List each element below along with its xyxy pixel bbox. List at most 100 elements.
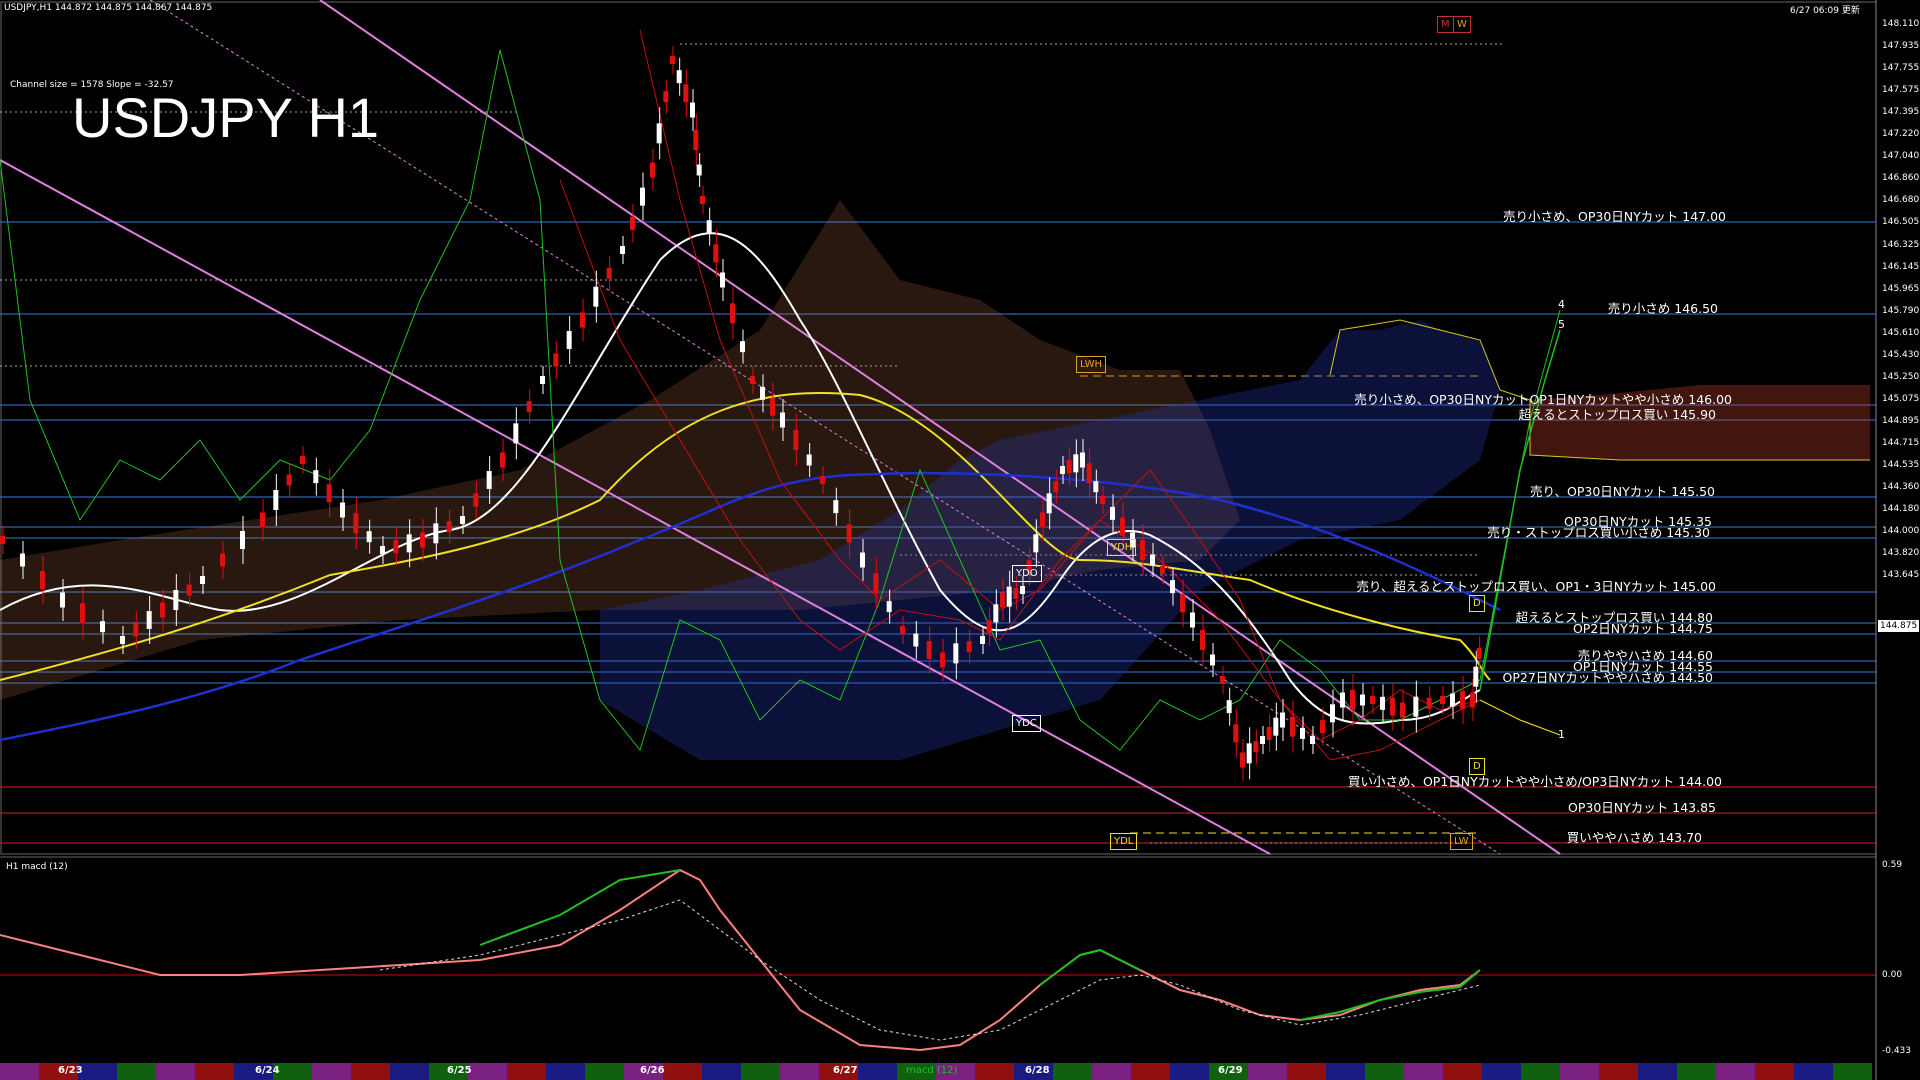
date-bar-segment	[1131, 1063, 1170, 1080]
candle-body	[566, 331, 572, 349]
candle-body	[1260, 736, 1265, 744]
candle-body	[656, 123, 662, 144]
candle-body	[730, 303, 735, 324]
level-label: OP30日NYカット 143.85	[1568, 800, 1716, 815]
candle-body	[553, 353, 559, 367]
date-label: 6/25	[447, 1065, 472, 1076]
candle-body	[146, 611, 152, 629]
candle-body	[1190, 612, 1195, 628]
candle-body	[486, 471, 492, 489]
candle-body	[1100, 496, 1105, 504]
price-axis-label: 144.360	[1882, 482, 1920, 493]
candle-body	[640, 187, 645, 206]
candle-body	[380, 546, 385, 554]
price-axis-label: 144.895	[1882, 415, 1920, 426]
level-label: 売り・ストップロス買い小さめ 145.30	[1487, 525, 1710, 540]
candle-body	[1380, 696, 1385, 710]
candle-body	[606, 267, 612, 279]
date-bar-segment	[312, 1063, 351, 1080]
level-label: 買いややハさめ 143.70	[1566, 830, 1702, 845]
price-axis-label: 146.680	[1882, 195, 1920, 206]
ydo-tag: YDO	[1012, 565, 1042, 582]
candle-body	[806, 454, 812, 466]
candle-body	[1013, 587, 1019, 599]
candle-body	[980, 636, 985, 644]
candle-body	[1020, 586, 1025, 594]
price-axis-label: 146.860	[1882, 173, 1920, 184]
candle-body	[133, 623, 139, 637]
date-bar-segment	[1716, 1063, 1755, 1080]
ydh-tag: YDH	[1107, 539, 1137, 556]
candle-body	[1400, 702, 1405, 718]
macd-axis-zero: 0.00	[1882, 970, 1903, 980]
candle-body	[663, 91, 669, 103]
candle-body	[1180, 594, 1185, 613]
level-label: OP27日NYカットややハさめ 144.50	[1502, 670, 1713, 685]
candle-body	[886, 601, 892, 613]
candle-body	[1310, 736, 1315, 744]
date-bar-segment	[195, 1063, 234, 1080]
date-bar-segment	[390, 1063, 429, 1080]
candle-body	[1340, 692, 1345, 708]
symbol-info: USDJPY,H1 144.872 144.875 144.867 144.87…	[4, 3, 213, 13]
date-bar-segment	[858, 1063, 897, 1080]
candle-body	[1320, 720, 1325, 734]
level-label: 売り、超えるとストップロス買い、OP1・3日NYカット 145.00	[1356, 579, 1716, 594]
candle-body	[393, 540, 399, 554]
candle-body	[513, 423, 519, 444]
date-bar-segment	[1560, 1063, 1599, 1080]
date-bar-segment	[1404, 1063, 1443, 1080]
candle-body	[433, 523, 439, 544]
candle-body	[1473, 666, 1479, 687]
date-bar-segment	[1092, 1063, 1131, 1080]
date-bar-segment	[507, 1063, 546, 1080]
candle-body	[1300, 727, 1305, 739]
candle-body	[1040, 512, 1045, 528]
candle-body	[1440, 696, 1445, 704]
candle-body	[273, 490, 279, 510]
candle-body	[1046, 493, 1052, 514]
candle-body	[1140, 540, 1145, 560]
date-bar-segment	[1170, 1063, 1209, 1080]
candle-body	[670, 56, 675, 64]
date-bar-segment	[78, 1063, 117, 1080]
candle-body	[286, 474, 292, 486]
macd-panel	[0, 868, 1876, 1052]
ydl-tag: YDL	[1110, 833, 1138, 850]
price-axis-label: 147.935	[1882, 41, 1920, 52]
candle-body	[526, 401, 532, 413]
price-axis-label: 143.645	[1882, 570, 1920, 581]
level-label: 売り小さめ、OP30日NYカット 147.00	[1503, 209, 1726, 224]
candle-body	[1053, 481, 1059, 493]
candle-body	[446, 521, 452, 533]
candle-body	[676, 70, 682, 84]
price-axis-label: 145.430	[1882, 349, 1920, 360]
lw-tag: LW	[1450, 833, 1473, 850]
candle-body	[1476, 647, 1482, 659]
price-axis-label: 144.180	[1882, 504, 1920, 515]
candle-body	[340, 502, 345, 518]
candle-body	[1253, 741, 1259, 753]
date-bar-segment	[1755, 1063, 1794, 1080]
date-bar-segment	[1638, 1063, 1677, 1080]
candle-body	[260, 512, 265, 528]
candle-body	[473, 493, 479, 507]
candle-body	[1006, 586, 1012, 607]
candle-body	[1280, 712, 1285, 728]
candle-body	[760, 386, 765, 400]
candle-body	[100, 621, 105, 633]
candle-body	[1086, 463, 1092, 484]
candle-body	[696, 164, 702, 176]
candle-body	[966, 641, 972, 653]
candle-body	[740, 341, 745, 353]
candle-body	[1350, 690, 1355, 710]
mw-m-tag: M	[1437, 16, 1454, 33]
candle-body	[313, 470, 319, 484]
date-bar-segment	[1599, 1063, 1638, 1080]
d-tag-upper: D	[1469, 595, 1485, 612]
date-bar-segment	[1053, 1063, 1092, 1080]
candle-body	[200, 576, 205, 584]
candle-body	[1226, 700, 1232, 714]
projection-1: 1	[1558, 728, 1565, 741]
date-bar-segment	[546, 1063, 585, 1080]
